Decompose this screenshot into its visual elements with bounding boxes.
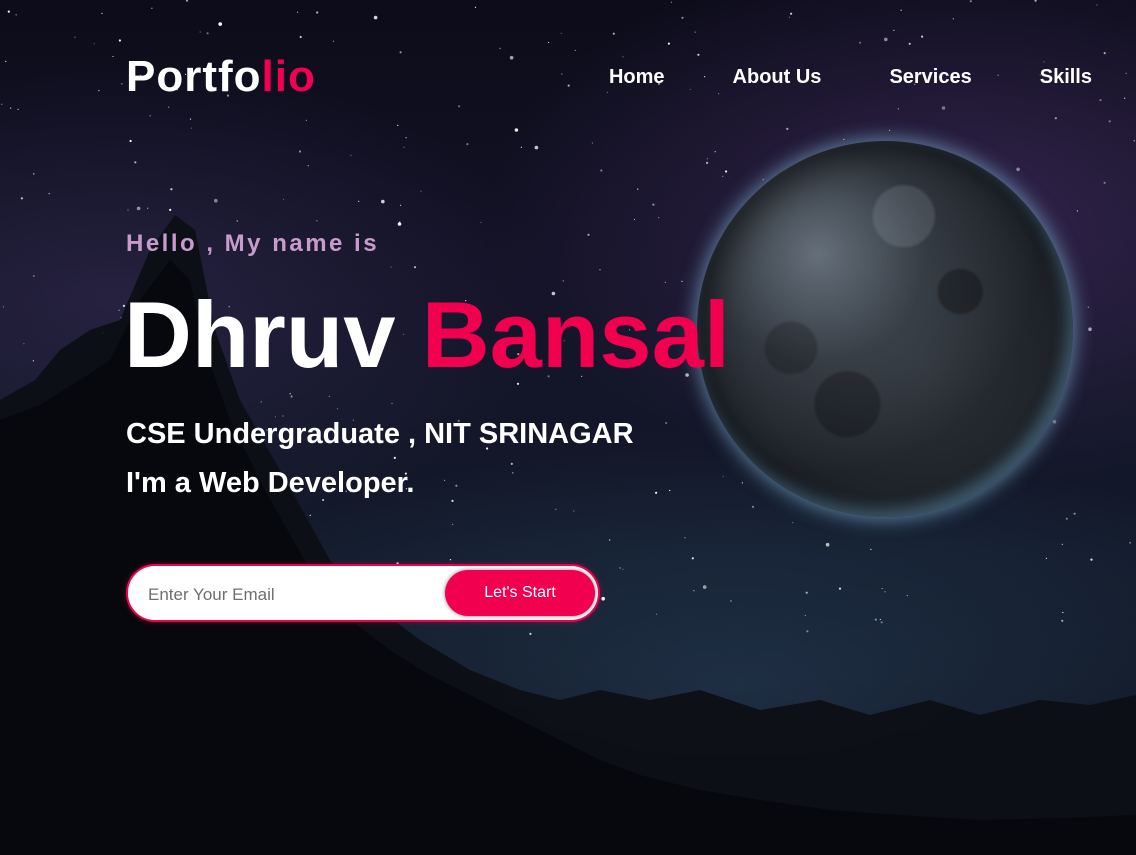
- first-name: Dhruv: [124, 282, 396, 387]
- role-text: I'm a Web Developer.: [126, 467, 415, 499]
- nav-link-home[interactable]: Home: [609, 65, 665, 89]
- nav-link-about-us[interactable]: About Us: [733, 65, 822, 89]
- lets-start-button[interactable]: Let's Start: [445, 570, 595, 616]
- hero-name: Dhruv Bansal: [124, 280, 730, 390]
- last-name: Bansal: [421, 282, 730, 387]
- logo-accent-text: lio: [261, 52, 316, 101]
- greeting-text: Hello , My name is: [126, 230, 380, 257]
- logo-main-text: Portfo: [126, 52, 262, 101]
- nav-link-services[interactable]: Services: [889, 65, 971, 89]
- email-input[interactable]: [146, 578, 440, 612]
- navbar: Portfolio Home About Us Services Skills: [126, 52, 1092, 102]
- email-signup-form: Let's Start: [126, 564, 600, 622]
- main-menu: Home About Us Services Skills: [609, 65, 1092, 89]
- nav-link-skills[interactable]: Skills: [1040, 65, 1092, 89]
- education-text: CSE Undergraduate , NIT SRINAGAR: [126, 418, 634, 450]
- logo[interactable]: Portfolio: [126, 52, 316, 102]
